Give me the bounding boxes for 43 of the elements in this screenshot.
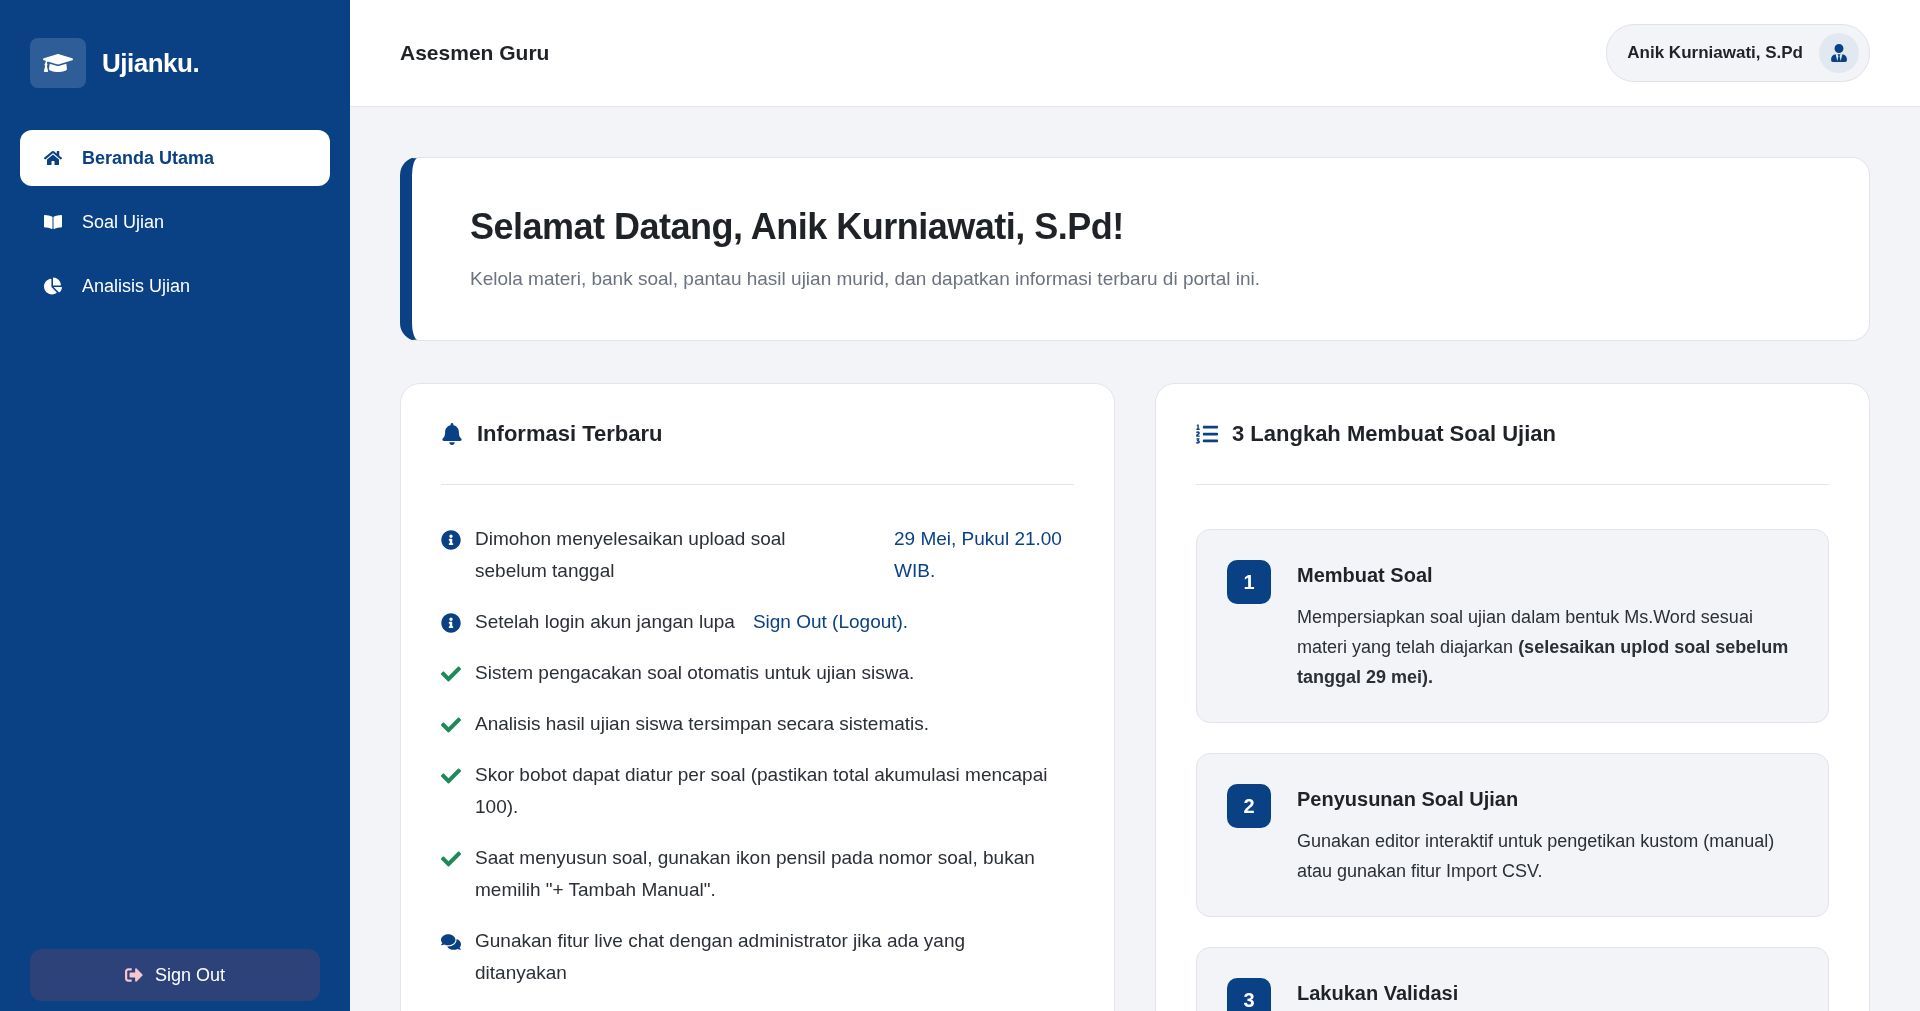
- chat-icon: [441, 932, 461, 952]
- sign-out-button[interactable]: Sign Out: [30, 949, 320, 1001]
- info-text: Analisis hasil ujian siswa tersimpan secara sistematis.: [475, 712, 930, 736]
- bell-icon: [441, 423, 463, 445]
- info-text: Saat menyusun soal, gunakan ikon pensil pada nomor soal, bukan memilih "+ Tambah Manual".: [475, 846, 1036, 902]
- sign-out-icon: [124, 966, 143, 984]
- info-text: Gunakan fitur live chat dengan administrator jika ada yang ditanyakan: [475, 929, 967, 985]
- check-icon: [441, 766, 461, 786]
- step-number: 1: [1227, 560, 1271, 604]
- sign-out-link[interactable]: Sign Out (Logout).: [752, 606, 909, 638]
- nav-item[interactable]: Beranda Utama: [20, 130, 330, 186]
- book-icon: [44, 213, 62, 231]
- info-text: Sistem pengacakan soal otomatis untuk ujian siswa.: [475, 661, 915, 685]
- step-description: Mempersiapkan soal ujian dalam bentuk Ms.Word sesuai materi yang telah diajarkan (selesaikan uplod soal sebelum tanggal 29 mei).: [1297, 606, 1790, 689]
- info-text: Setelah login akun jangan lupa: [475, 610, 735, 634]
- nav-item[interactable]: Analisis Ujian: [20, 258, 330, 314]
- step-number: 2: [1227, 784, 1271, 828]
- user-icon: [1830, 44, 1848, 62]
- step-title: Membuat Soal: [1297, 563, 1434, 588]
- card-title: Informasi Terbaru: [477, 421, 663, 447]
- pie-chart-icon: [44, 277, 62, 295]
- welcome-subtitle: Kelola materi, bank soal, pantau hasil ujian murid, dan dapatkan informasi terbaru di portal ini.: [470, 268, 1261, 290]
- card-title: 3 Langkah Membuat Soal Ujian: [1232, 421, 1556, 447]
- step-description: Gunakan editor interaktif untuk pengetikan kustom (manual) atau gunakan fitur Import CSV.: [1297, 830, 1776, 883]
- nav-item[interactable]: Soal Ujian: [20, 194, 330, 250]
- info-icon: [441, 530, 461, 550]
- step-title: Lakukan Validasi: [1297, 981, 1459, 1006]
- user-name: Anik Kurniawati, S.Pd: [1627, 43, 1803, 63]
- info-text: Dimohon menyelesaikan upload soal sebelum tanggal: [475, 527, 787, 583]
- check-icon: [441, 664, 461, 684]
- check-icon: [441, 715, 461, 735]
- numbered-list-icon: [1196, 423, 1218, 445]
- page-title: Asesmen Guru: [400, 41, 550, 65]
- check-icon: [441, 849, 461, 869]
- info-text: Skor bobot dapat diatur per soal (pastikan total akumulasi mencapai 100).: [475, 763, 1049, 819]
- user-menu[interactable]: Anik Kurniawati, S.Pd: [1606, 24, 1870, 82]
- welcome-title: Selamat Datang, Anik Kurniawati, S.Pd!: [470, 206, 1125, 248]
- step-number: 3: [1227, 978, 1271, 1011]
- step-title: Penyusunan Soal Ujian: [1297, 787, 1520, 812]
- brand-name: Ujianku.: [102, 47, 200, 79]
- info-icon: [441, 613, 461, 633]
- home-icon: [44, 149, 62, 167]
- deadline-text: 29 Mei, Pukul 21.00 WIB.: [894, 527, 1063, 583]
